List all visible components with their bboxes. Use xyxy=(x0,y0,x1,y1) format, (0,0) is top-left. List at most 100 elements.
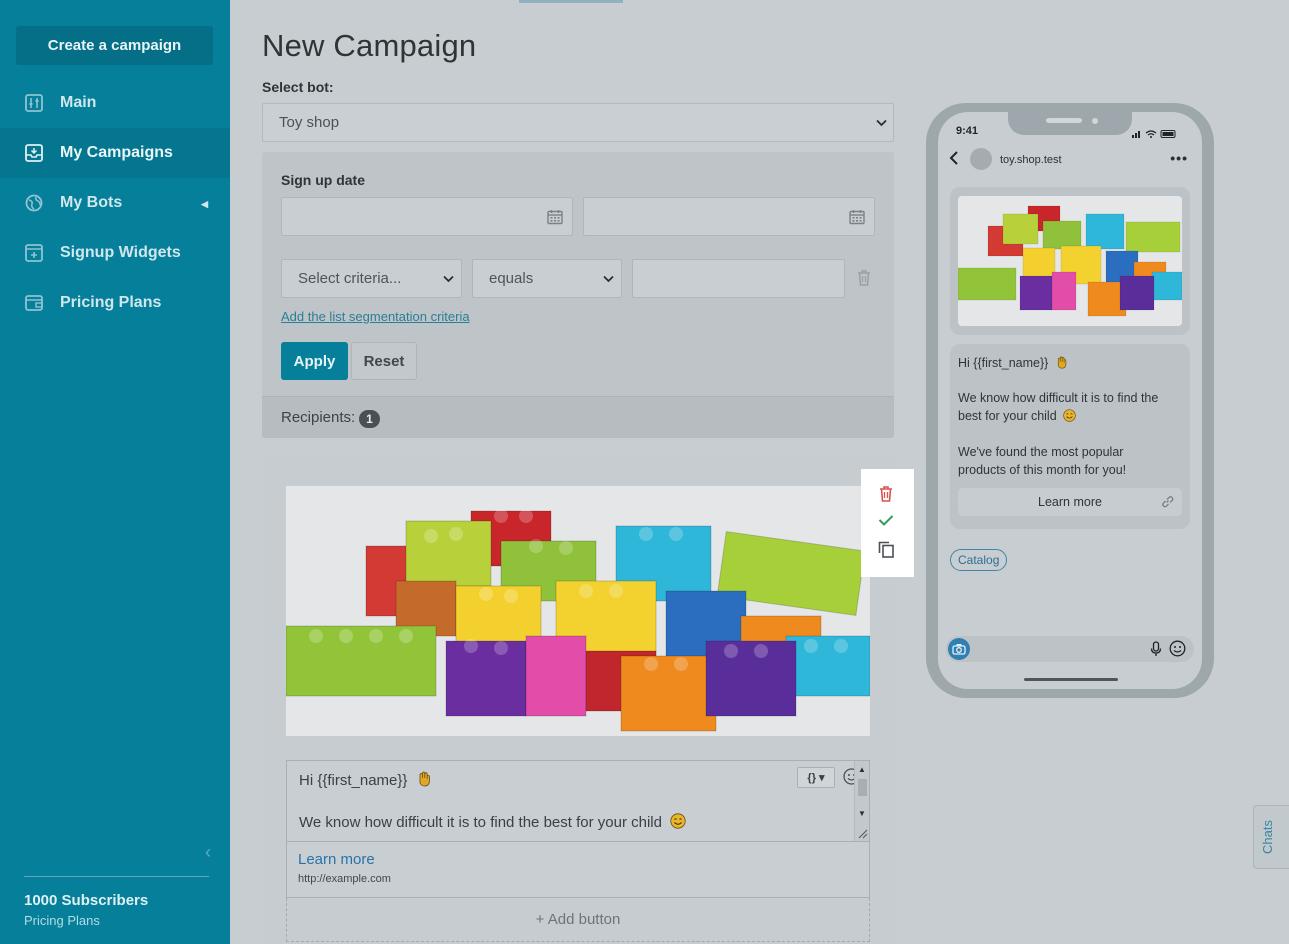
insert-variable-button[interactable]: {} ▾ xyxy=(797,767,835,788)
widget-add-icon xyxy=(24,243,44,263)
create-campaign-button[interactable]: Create a campaign xyxy=(16,26,213,65)
microphone-icon[interactable] xyxy=(1150,641,1162,657)
page-title: New Campaign xyxy=(262,28,477,63)
smiling-face-icon xyxy=(670,813,686,829)
inbox-icon xyxy=(24,143,44,163)
resize-handle-icon[interactable] xyxy=(858,829,868,839)
preview-line: products of this month for you! xyxy=(958,463,1127,477)
date-from-input[interactable] xyxy=(281,197,573,236)
preview-line: We've found the most popular xyxy=(958,445,1124,459)
phone-preview: 9:41 toy.shop.test ••• Hi {{first_name}}… xyxy=(926,103,1214,698)
sidebar: Create a campaign Main My Campaigns My B… xyxy=(0,0,230,944)
link-icon xyxy=(1161,495,1174,508)
sidebar-item-signup-widgets[interactable]: Signup Widgets xyxy=(0,228,230,278)
status-time: 9:41 xyxy=(956,125,979,137)
segmentation-panel: Sign up date Select criteria... equals A… xyxy=(262,152,894,438)
more-options-icon[interactable]: ••• xyxy=(1170,150,1188,166)
pricing-plans-link[interactable]: Pricing Plans xyxy=(24,913,100,928)
recipients-count-badge: 1 xyxy=(359,410,380,428)
check-icon[interactable] xyxy=(878,514,896,532)
trash-icon[interactable] xyxy=(856,269,872,287)
phone-notch xyxy=(1008,112,1132,135)
sidebar-item-my-bots[interactable]: My Bots ◀ xyxy=(0,178,230,228)
chevron-down-icon xyxy=(603,272,614,286)
sidebar-item-label: My Campaigns xyxy=(60,144,173,161)
operator-select[interactable]: equals xyxy=(472,259,622,298)
calendar-icon[interactable] xyxy=(547,209,563,225)
reset-button[interactable]: Reset xyxy=(351,342,417,380)
sliders-icon xyxy=(24,93,44,113)
wallet-icon xyxy=(24,293,44,313)
subscribers-count: 1000 Subscribers xyxy=(24,892,149,909)
preview-line-text: best for your child xyxy=(958,409,1057,423)
camera-icon[interactable] xyxy=(948,638,970,660)
select-bot-label: Select bot: xyxy=(262,79,334,95)
add-button[interactable]: + Add button xyxy=(286,898,870,942)
preview-line: We know how difficult it is to find the xyxy=(958,391,1159,405)
chat-page-name: toy.shop.test xyxy=(1000,154,1062,166)
apply-button[interactable]: Apply xyxy=(281,342,348,380)
divider xyxy=(24,876,209,877)
preview-composer xyxy=(946,636,1194,662)
recipients-label: Recipients: xyxy=(281,409,356,426)
sidebar-item-label: Main xyxy=(60,94,97,111)
preview-learn-more-button[interactable]: Learn more xyxy=(958,488,1182,516)
operator-select-value: equals xyxy=(489,270,534,287)
scroll-up-icon[interactable]: ▲ xyxy=(858,765,866,774)
avatar xyxy=(970,148,992,170)
sidebar-item-pricing-plans[interactable]: Pricing Plans xyxy=(0,278,230,328)
criteria-select[interactable]: Select criteria... xyxy=(281,259,462,298)
bot-select[interactable]: Toy shop xyxy=(262,103,894,142)
copy-icon[interactable] xyxy=(878,541,896,559)
loading-indicator xyxy=(519,0,623,3)
message-editor-card: Hi {{first_name}} We know how difficult … xyxy=(262,458,894,944)
chats-tab[interactable]: Chats xyxy=(1253,805,1289,869)
add-criteria-link[interactable]: Add the list segmentation criteria xyxy=(281,309,470,324)
chevron-left-icon: ◀ xyxy=(201,199,208,209)
criteria-value-input[interactable] xyxy=(632,259,845,298)
signup-date-label: Sign up date xyxy=(281,172,365,188)
delete-icon[interactable] xyxy=(878,485,896,503)
preview-button-label: Learn more xyxy=(1038,495,1102,509)
waving-hand-icon xyxy=(419,771,430,787)
chevron-down-icon xyxy=(876,116,887,130)
chevron-down-icon xyxy=(443,272,454,286)
message-text-editor[interactable]: Hi {{first_name}} We know how difficult … xyxy=(286,760,870,842)
smiling-face-icon xyxy=(1063,409,1076,422)
message-image[interactable] xyxy=(286,486,870,736)
collapse-sidebar-icon[interactable]: ‹ xyxy=(205,842,211,863)
preview-text-bubble: Hi {{first_name}} We know how difficult … xyxy=(950,344,1190,529)
scroll-thumb[interactable] xyxy=(858,779,867,796)
preview-image-bubble xyxy=(950,187,1190,335)
back-icon[interactable] xyxy=(948,150,960,166)
bot-select-value: Toy shop xyxy=(279,114,340,131)
calendar-icon[interactable] xyxy=(849,209,865,225)
editor-scrollbar[interactable]: ▲ ▼ xyxy=(854,761,869,841)
block-actions xyxy=(861,469,914,577)
waving-hand-icon xyxy=(1057,356,1067,369)
preview-line-text: Hi {{first_name}} xyxy=(958,356,1049,370)
preview-image xyxy=(958,196,1182,326)
button-url: http://example.com xyxy=(298,873,391,885)
button-title[interactable]: Learn more xyxy=(298,851,375,868)
recipients-bar: Recipients: 1 xyxy=(262,396,894,438)
quick-reply-catalog[interactable]: Catalog xyxy=(950,549,1008,571)
chats-tab-label: Chats xyxy=(1260,820,1275,854)
criteria-select-value: Select criteria... xyxy=(298,270,402,287)
message-line: We know how difficult it is to find the … xyxy=(299,813,686,831)
variable-braces-label: {} xyxy=(807,771,816,784)
message-button-item[interactable]: Learn more http://example.com xyxy=(286,842,870,898)
sidebar-item-my-campaigns[interactable]: My Campaigns xyxy=(0,128,230,178)
sidebar-nav: Main My Campaigns My Bots ◀ Signup Widge… xyxy=(0,78,230,328)
message-line-text: Hi {{first_name}} xyxy=(299,772,408,789)
globe-icon xyxy=(24,193,44,213)
scroll-down-icon[interactable]: ▼ xyxy=(858,809,866,818)
sidebar-item-label: Pricing Plans xyxy=(60,294,162,311)
emoji-icon[interactable] xyxy=(1169,640,1186,657)
sidebar-item-main[interactable]: Main xyxy=(0,78,230,128)
preview-line: Hi {{first_name}} xyxy=(958,354,1068,372)
date-to-input[interactable] xyxy=(583,197,875,236)
phone-screen: 9:41 toy.shop.test ••• Hi {{first_name}}… xyxy=(938,112,1202,689)
sidebar-item-label: Signup Widgets xyxy=(60,244,181,261)
preview-line: best for your child xyxy=(958,407,1076,425)
